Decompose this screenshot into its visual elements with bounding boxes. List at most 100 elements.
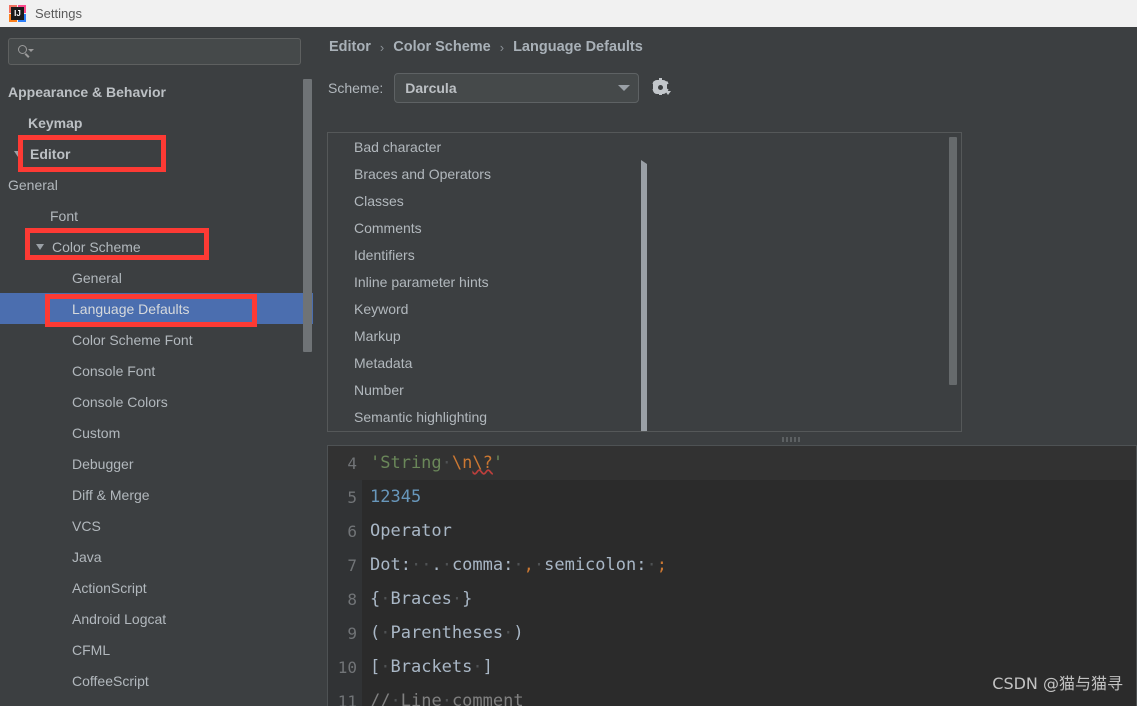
breadcrumb-separator: › [379,39,385,55]
code-token: · [441,555,452,575]
attributes-scrollbar-thumb[interactable] [949,137,957,385]
sidebar-item-label: Color Scheme Font [72,331,193,348]
breadcrumb-item[interactable]: Editor [329,39,371,55]
code-token: Line [400,691,442,706]
code-token: comma: [451,555,514,575]
watermark: CSDN @猫与猫寻 [992,674,1123,693]
code-token: ; [656,555,667,575]
sidebar-item-color-scheme-font[interactable]: Color Scheme Font [0,324,313,355]
sidebar-item-label: Debugger [72,455,134,472]
line-number: 10 [337,657,357,677]
code-token: · [503,623,514,643]
breadcrumb-item[interactable]: Language Defaults [513,39,643,55]
code-token: · [441,453,452,473]
sidebar-item-appearance-behavior[interactable]: Appearance & Behavior [0,76,313,107]
sidebar-item-console-colors[interactable]: Console Colors [0,386,313,417]
sidebar-item-general[interactable]: General [0,169,313,200]
code-line: 5 12345 [328,480,1136,514]
sidebar-item-font[interactable]: Font [0,200,313,231]
attribute-label: Semantic highlighting [354,408,488,425]
code-token: . [431,555,442,575]
code-token: [ [370,657,381,677]
sidebar-item-label: CFML [72,641,111,658]
sidebar-item-label: Custom [72,424,121,441]
sidebar-item-color-scheme[interactable]: Color Scheme [0,231,313,262]
code-token: · [513,555,524,575]
attribute-label: Metadata [354,354,413,371]
code-text: [·Brackets·] [362,657,493,677]
attribute-row[interactable]: Bad character [328,133,961,160]
gear-icon[interactable] [650,77,672,98]
sidebar-item-editor[interactable]: Editor [0,138,313,169]
attribute-row[interactable]: Markup [328,160,961,431]
chevron-down-icon [618,85,631,91]
sidebar-item-actionscript[interactable]: ActionScript [0,572,313,603]
scheme-select[interactable]: Darcula [394,73,640,103]
code-token: \? [472,453,493,473]
code-line: 8 {·Braces·} [328,582,1136,616]
chevron-down-icon[interactable] [14,150,22,157]
sidebar-item-language-defaults[interactable]: Language Defaults [0,293,313,324]
sidebar-item-label: Editor [30,145,71,162]
attribute-label: Comments [354,219,422,236]
sidebar-item-label: Font [50,207,79,224]
line-number: 8 [347,589,357,609]
code-token: Braces [390,589,452,609]
intellij-idea-logo-icon: IJ [9,5,26,22]
sidebar-item-keymap[interactable]: Keymap [0,107,313,138]
sidebar-item-android-logcat[interactable]: Android Logcat [0,603,313,634]
code-token: \n [451,453,473,473]
sidebar-item-java[interactable]: Java [0,541,313,572]
code-line: 4 'String·\n\?' [328,446,1136,480]
sidebar-item-debugger[interactable]: Debugger [0,448,313,479]
breadcrumb-separator: › [499,39,505,55]
code-token: · [472,657,483,677]
code-token: · [380,623,391,643]
attribute-label: Keyword [354,300,409,317]
code-preview[interactable]: 4 'String·\n\?' 5 12345 6 Operator 7 Dot:··.·co… [327,445,1137,706]
code-token: · [380,657,391,677]
code-token: ( [370,623,381,643]
attribute-label: Identifiers [354,246,415,263]
code-token: · [380,589,391,609]
sidebar-item-label: Console Font [72,362,156,379]
sidebar-item-label: General [8,176,58,193]
code-text: 12345 [362,487,421,507]
attribute-label: Number [354,381,404,398]
code-token: 'String [370,453,442,473]
sidebar-item-label: Color Scheme [52,238,141,255]
sidebar-item-console-font[interactable]: Console Font [0,355,313,386]
sidebar-item-general[interactable]: General [0,262,313,293]
sidebar-item-coffeescript[interactable]: CoffeeScript [0,665,313,696]
code-text: {·Braces·} [362,589,472,609]
code-token: // [370,691,391,706]
chevron-down-icon[interactable] [36,243,44,250]
line-number: 7 [347,555,357,575]
code-token: semicolon: [544,555,647,575]
code-token: comment [451,691,524,706]
sidebar-item-label: Language Defaults [72,300,190,317]
search-field[interactable] [8,38,301,65]
sidebar-item-custom[interactable]: Custom [0,417,313,448]
sidebar-item-cfml[interactable]: CFML [0,634,313,665]
sidebar-item-label: CoffeeScript [72,672,149,689]
code-token: { [370,589,381,609]
attribute-label: Inline parameter hints [354,273,489,290]
search-input[interactable] [33,44,300,59]
settings-sidebar: Appearance & Behavior Keymap Editor General… [0,27,313,706]
code-token: } [462,589,473,609]
line-number: 9 [347,623,357,643]
sidebar-item-diff-merge[interactable]: Diff & Merge [0,479,313,510]
sidebar-scrollbar[interactable] [303,79,312,352]
code-text: Dot:··.·comma:·,·semicolon:·; [362,555,667,575]
breadcrumb-item[interactable]: Color Scheme [393,39,491,55]
sidebar-item-vcs[interactable]: VCS [0,510,313,541]
